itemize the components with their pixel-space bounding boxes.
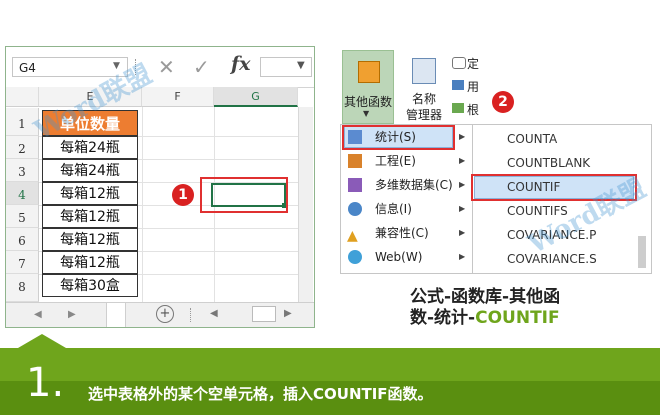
name-manager-label-2: 管理器 (405, 108, 442, 122)
submenu-item-countblank[interactable]: COUNTBLANK (507, 156, 590, 170)
banner-notch (18, 334, 66, 348)
insert-function-icon[interactable]: fx (231, 53, 251, 75)
cell-e8[interactable]: 每箱30盒 (42, 274, 138, 297)
chevron-right-icon: ▶ (459, 180, 466, 189)
chevron-right-icon: ▶ (459, 156, 466, 165)
row-header-6[interactable]: 6 (6, 228, 39, 251)
create-from-selection-label[interactable]: 根 (467, 101, 479, 118)
cube-icon (348, 178, 362, 192)
menu-item-label: 兼容性(C) (375, 226, 429, 240)
row-header-2[interactable]: 2 (6, 136, 39, 159)
horizontal-scrollbar-thumb[interactable] (252, 306, 276, 322)
create-from-selection-icon[interactable] (452, 103, 464, 113)
engineering-icon (348, 154, 362, 168)
submenu-item-covariance-s[interactable]: COVARIANCE.S (507, 252, 597, 266)
cell-e6[interactable]: 每箱12瓶 (42, 228, 138, 251)
vertical-scrollbar[interactable] (298, 107, 313, 302)
statistics-icon (348, 130, 362, 144)
check-icon[interactable]: ✓ (193, 55, 210, 79)
sheet-tab[interactable] (106, 303, 126, 327)
chevron-down-icon: ▼ (363, 109, 370, 118)
chevron-down-icon[interactable]: ▼ (297, 60, 305, 71)
menu-item-label: 统计(S) (375, 130, 416, 144)
menu-item-info[interactable]: 信息(I) ▶ (345, 197, 467, 221)
define-name-label[interactable]: 定 (467, 55, 479, 72)
name-manager-button[interactable]: 名称 管理器 (402, 52, 446, 122)
other-functions-label: 其他函数 (343, 95, 392, 109)
scroll-right-icon[interactable]: ▶ (284, 308, 292, 319)
menu-item-label: 信息(I) (375, 202, 412, 216)
row-header-8[interactable]: 8 (6, 274, 39, 302)
menu-item-web[interactable]: Web(W) ▶ (345, 245, 467, 269)
menu-item-label: 多维数据集(C) (375, 178, 453, 192)
menu-item-cube[interactable]: 多维数据集(C) ▶ (345, 173, 467, 197)
cell-e5[interactable]: 每箱12瓶 (42, 205, 138, 228)
menu-item-label: Web(W) (375, 250, 423, 264)
caption-line-2-highlight: COUNTIF (475, 308, 560, 328)
web-icon (348, 250, 362, 264)
define-name-icon[interactable] (452, 57, 466, 69)
step-text: 选中表格外的某个空单元格，插入COUNTIF函数。 (88, 385, 433, 403)
caption-line-2-text: 数-统计- (410, 308, 476, 328)
use-in-formula-icon[interactable] (452, 80, 464, 90)
step-badge-1: 1 (172, 184, 194, 206)
chevron-right-icon: ▶ (459, 204, 466, 213)
highlight-box-cell (200, 177, 288, 213)
scroll-left-icon[interactable]: ◀ (210, 308, 218, 319)
info-icon (348, 202, 362, 216)
submenu-item-counta[interactable]: COUNTA (507, 132, 557, 146)
other-functions-icon (358, 61, 380, 83)
chevron-right-icon: ▶ (459, 252, 466, 261)
chevron-right-icon: ▶ (459, 228, 466, 237)
submenu-item-countif[interactable]: COUNTIF (507, 180, 560, 194)
chevron-right-icon: ▶ (459, 132, 466, 141)
row-header-7[interactable]: 7 (6, 251, 39, 274)
other-functions-button[interactable]: 其他函数 ▼ (342, 50, 394, 124)
scroll-left-icon[interactable]: ◀ (34, 309, 42, 320)
cancel-icon[interactable]: ✕ (158, 55, 175, 79)
sheet-tab-bar: ◀ ▶ + ◀ ▶ (6, 302, 314, 327)
cell-e3[interactable]: 每箱24瓶 (42, 159, 138, 182)
menu-item-engineering[interactable]: 工程(E) ▶ (345, 149, 467, 173)
step-number: 1. (26, 360, 65, 406)
cell-e4[interactable]: 每箱12瓶 (42, 182, 138, 205)
select-all-corner[interactable] (6, 87, 39, 107)
column-header-g[interactable]: G (214, 87, 298, 107)
use-in-formula-label[interactable]: 用 (467, 78, 479, 95)
submenu-scrollbar[interactable] (638, 236, 646, 268)
step-badge-2: 2 (492, 91, 514, 113)
menu-item-label: 工程(E) (375, 154, 416, 168)
name-manager-label-1: 名称 (411, 92, 436, 106)
divider (190, 308, 192, 322)
formula-bar: G4 ▼ ✕ ✓ fx ▼ (6, 47, 314, 88)
menu-item-statistics[interactable]: 统计(S) ▶ (345, 125, 467, 149)
name-manager-icon (412, 58, 436, 84)
caption-line-2: 数-统计-COUNTIF (410, 303, 560, 328)
row-header-3[interactable]: 3 (6, 159, 39, 182)
row-header-4[interactable]: 4 (6, 182, 39, 205)
scroll-right-icon[interactable]: ▶ (68, 309, 76, 320)
column-header-f[interactable]: F (142, 87, 214, 107)
row-header-5[interactable]: 5 (6, 205, 39, 228)
add-sheet-icon[interactable]: + (156, 305, 174, 323)
menu-item-compatibility[interactable]: ▲ 兼容性(C) ▶ (345, 221, 467, 245)
cell-e7[interactable]: 每箱12瓶 (42, 251, 138, 274)
